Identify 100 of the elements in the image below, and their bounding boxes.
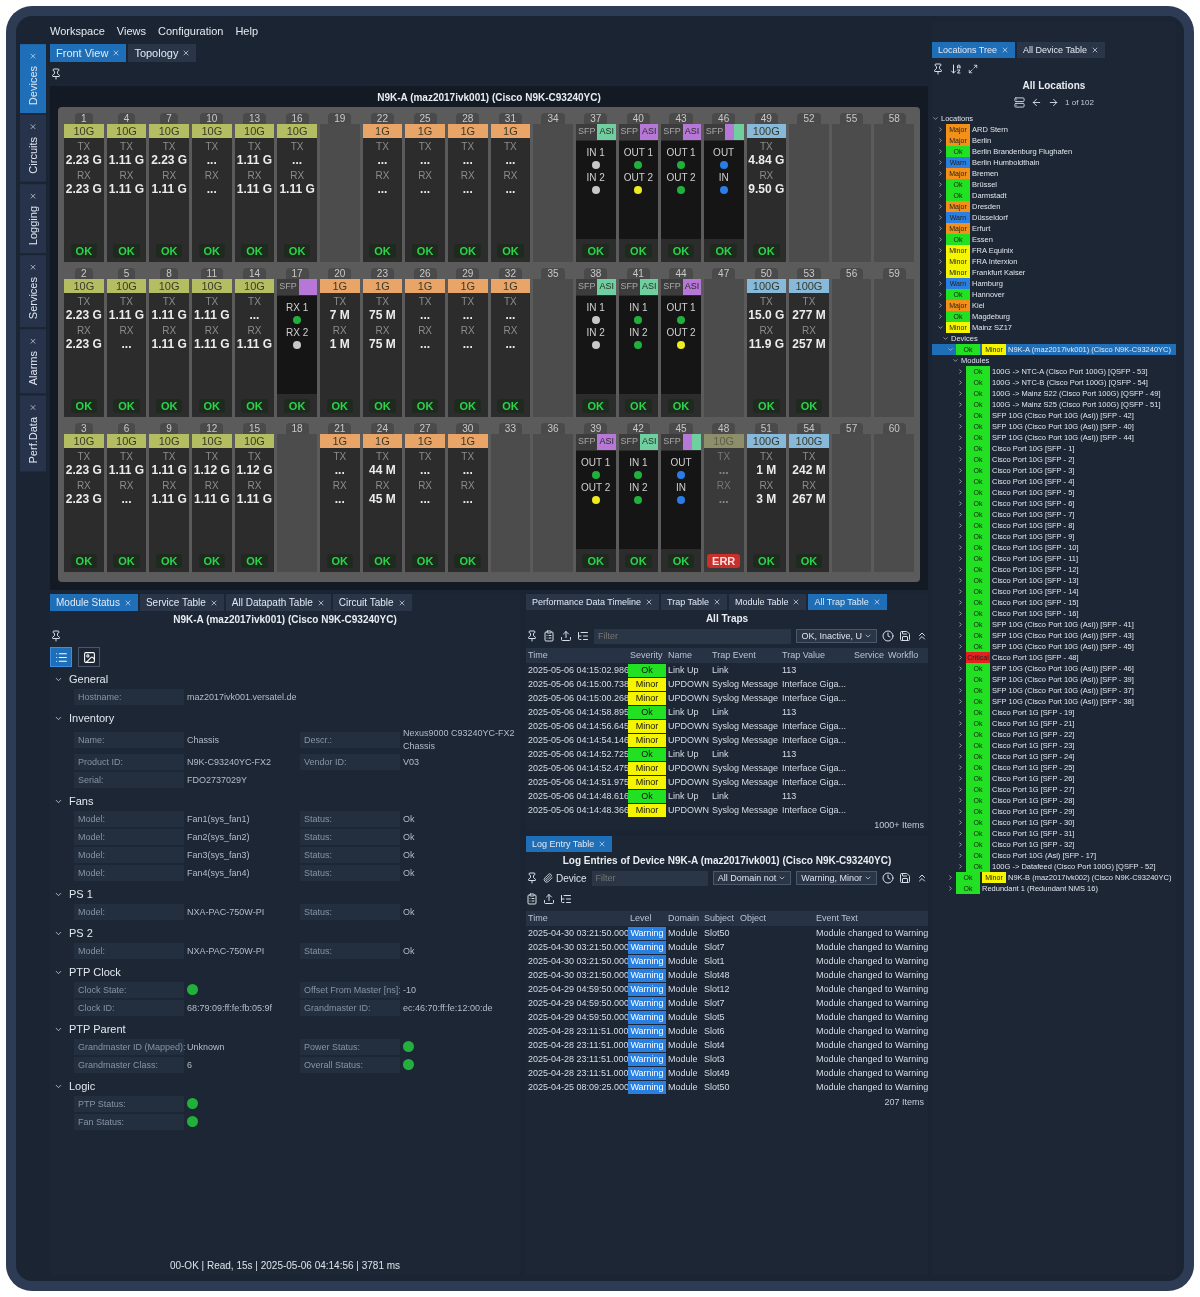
column-header[interactable]: Severity	[628, 648, 666, 663]
close-icon[interactable]	[792, 598, 801, 606]
close-icon[interactable]	[598, 840, 607, 848]
expand-icon[interactable]	[942, 335, 949, 342]
tab[interactable]: Trap Table	[661, 594, 728, 610]
expand-icon[interactable]	[937, 236, 944, 243]
expand-icon[interactable]	[937, 203, 944, 210]
upload-icon[interactable]	[560, 630, 572, 642]
clipboard-icon[interactable]	[526, 893, 538, 905]
expand-icon[interactable]	[957, 775, 964, 782]
expand-icon[interactable]	[957, 786, 964, 793]
filter-field[interactable]: Filter	[594, 628, 792, 644]
expand-icon[interactable]	[957, 632, 964, 639]
expand-icon[interactable]	[957, 753, 964, 760]
close-icon[interactable]	[872, 598, 881, 606]
close-icon[interactable]	[1001, 46, 1010, 54]
sort-icon[interactable]	[950, 63, 962, 75]
filter-field[interactable]: Filter	[591, 870, 708, 886]
column-header[interactable]: Event Text	[814, 911, 928, 926]
menu-item[interactable]: Help	[235, 25, 259, 37]
column-header[interactable]: Time	[526, 648, 628, 663]
column-header[interactable]: Name	[666, 648, 710, 663]
expand-icon[interactable]	[957, 797, 964, 804]
pin-icon[interactable]	[526, 630, 538, 642]
tab[interactable]: Performance Data Timeline	[526, 594, 660, 610]
close-icon[interactable]	[123, 598, 132, 607]
server-icon[interactable]	[1014, 96, 1026, 108]
tab[interactable]: All Datapath Table	[225, 594, 331, 611]
close-icon[interactable]	[29, 403, 37, 412]
expand-icon[interactable]	[957, 500, 964, 507]
view-toggle[interactable]	[50, 647, 72, 667]
menu-item[interactable]: Workspace	[50, 25, 105, 37]
expand-icon[interactable]	[957, 621, 964, 628]
tab[interactable]: Log Entry Table	[526, 836, 613, 852]
expand-icon[interactable]	[932, 115, 939, 122]
clock-icon[interactable]	[882, 630, 894, 642]
close-icon[interactable]	[112, 49, 121, 57]
expand-icon[interactable]	[957, 467, 964, 474]
close-icon[interactable]	[645, 598, 654, 606]
expand-icon[interactable]	[937, 148, 944, 155]
expand-icon[interactable]	[957, 533, 964, 540]
tab[interactable]: Circuit Table	[332, 594, 412, 611]
close-icon[interactable]	[209, 598, 218, 607]
collapse-icon[interactable]	[916, 872, 928, 884]
expand-icon[interactable]	[957, 401, 964, 408]
close-icon[interactable]	[29, 262, 37, 271]
clipboard-icon[interactable]	[543, 630, 555, 642]
expand-icon[interactable]	[937, 137, 944, 144]
side-tab[interactable]: Perf.Data	[20, 395, 46, 472]
expand-icon[interactable]	[957, 368, 964, 375]
expand-icon[interactable]	[957, 709, 964, 716]
expand-icon[interactable]	[957, 445, 964, 452]
column-header[interactable]: Workflo	[886, 648, 928, 663]
expand-icon[interactable]	[957, 566, 964, 573]
upload-icon[interactable]	[543, 893, 555, 905]
expand-icon[interactable]	[937, 313, 944, 320]
expand-icon[interactable]	[968, 64, 978, 74]
close-icon[interactable]	[397, 598, 406, 607]
expand-icon[interactable]	[957, 478, 964, 485]
expand-icon[interactable]	[957, 489, 964, 496]
close-icon[interactable]	[1090, 46, 1099, 54]
expand-icon[interactable]	[937, 269, 944, 276]
save-icon[interactable]	[899, 872, 911, 884]
tab[interactable]: Topology	[128, 44, 197, 62]
expand-icon[interactable]	[957, 687, 964, 694]
expand-icon[interactable]	[957, 511, 964, 518]
close-icon[interactable]	[29, 191, 37, 200]
side-tab[interactable]: Circuits	[20, 115, 46, 182]
expand-icon[interactable]	[957, 456, 964, 463]
expand-icon[interactable]	[957, 379, 964, 386]
expand-icon[interactable]	[937, 302, 944, 309]
tab[interactable]: Module Status	[50, 594, 138, 611]
pin-icon[interactable]	[526, 872, 538, 884]
expand-icon[interactable]	[957, 610, 964, 617]
menu-item[interactable]: Configuration	[158, 25, 224, 37]
expand-icon[interactable]	[937, 280, 944, 287]
save-icon[interactable]	[899, 630, 911, 642]
expand-icon[interactable]	[957, 731, 964, 738]
expand-icon[interactable]	[937, 291, 944, 298]
column-header[interactable]: Trap Event	[710, 648, 780, 663]
close-icon[interactable]	[29, 52, 37, 60]
column-header[interactable]: Domain	[666, 911, 702, 926]
filter-dropdown[interactable]: OK, Inactive, U	[796, 629, 877, 643]
arrow-right-icon[interactable]	[1048, 96, 1060, 108]
expand-icon[interactable]	[957, 544, 964, 551]
close-icon[interactable]	[182, 49, 191, 57]
expand-icon[interactable]	[957, 390, 964, 397]
tab[interactable]: Front View	[50, 44, 127, 62]
expand-icon[interactable]	[957, 412, 964, 419]
tab[interactable]: Service Table	[139, 594, 224, 611]
side-tab[interactable]: Logging	[20, 183, 46, 253]
expand-icon[interactable]	[957, 434, 964, 441]
tab[interactable]: All Device Table	[1017, 42, 1105, 58]
clock-icon[interactable]	[882, 872, 894, 884]
column-header[interactable]: Trap Value	[780, 648, 852, 663]
expand-icon[interactable]	[957, 764, 964, 771]
expand-icon[interactable]	[957, 555, 964, 562]
expand-icon[interactable]	[937, 214, 944, 221]
column-header[interactable]: Level	[628, 911, 666, 926]
expand-icon[interactable]	[957, 742, 964, 749]
